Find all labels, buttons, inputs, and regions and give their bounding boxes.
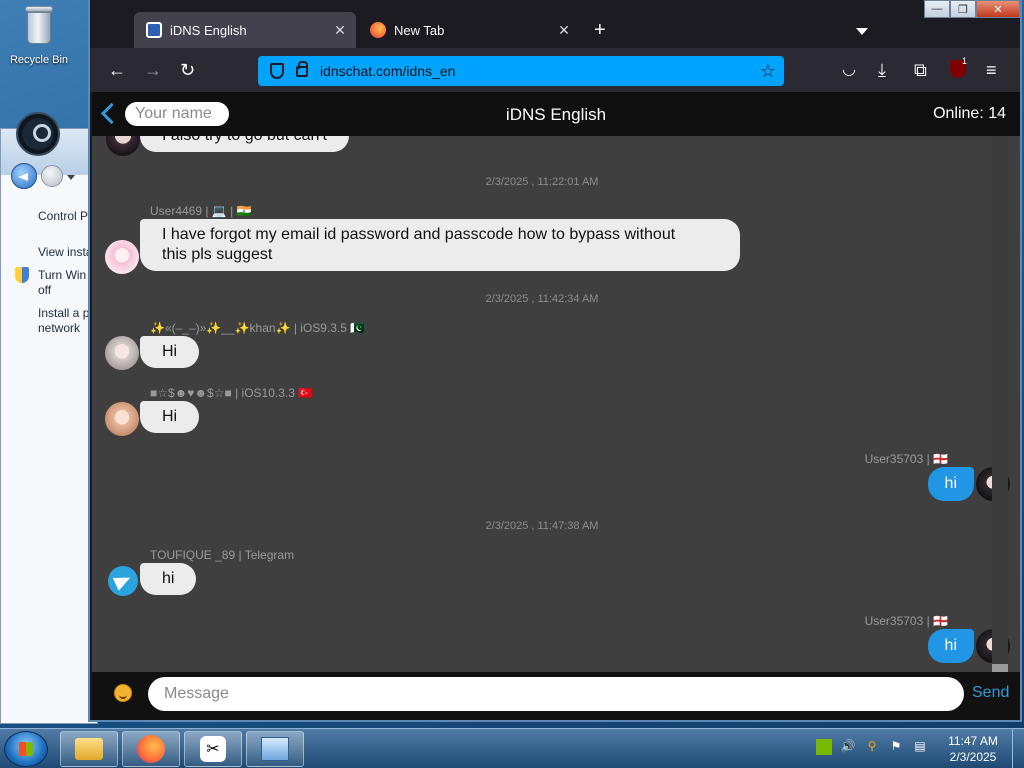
recycle-bin-label: Recycle Bin xyxy=(9,54,69,66)
message-sender: TOUFIQUE _89 | Telegram xyxy=(150,548,295,562)
message-bubble: Hi xyxy=(140,401,200,433)
message-timestamp: 2/3/2025 , 11:47:38 AM xyxy=(485,520,599,532)
back-arrow-icon[interactable] xyxy=(11,163,37,189)
bookmark-star-icon[interactable]: ☆ xyxy=(760,61,776,82)
back-arrow-icon[interactable]: ← xyxy=(108,60,126,80)
close-tab-icon[interactable]: ✕ xyxy=(330,22,350,39)
own-message-bubble: hi xyxy=(927,629,974,663)
recycle-bin-icon xyxy=(23,6,55,46)
steam-icon[interactable] xyxy=(16,112,60,156)
message-sender: User4469 | 💻 | 🇮🇳 xyxy=(150,204,252,218)
taskbar-control-panel[interactable] xyxy=(246,731,304,767)
search-icon[interactable]: ⚲ xyxy=(864,739,880,755)
turn-windows-features-link-cont[interactable]: off xyxy=(1,283,99,298)
new-tab-plus-icon[interactable]: + xyxy=(594,20,606,40)
control-panel-window[interactable]: Control P View insta Turn Win off Instal… xyxy=(0,128,99,724)
online-count: Online: 14 xyxy=(933,105,1006,122)
chevron-down-icon[interactable] xyxy=(67,175,75,180)
forward-arrow-icon[interactable] xyxy=(41,165,63,187)
chat-room-title: iDNS English xyxy=(505,105,607,124)
message-bubble: Hi xyxy=(140,336,200,368)
tab-idns-english[interactable]: iDNS English ✕ xyxy=(134,12,356,48)
send-button[interactable]: Send xyxy=(972,684,1009,702)
message-list[interactable]: I also try to go but can't 2/3/2025 , 11… xyxy=(92,136,1020,672)
control-panel-icon xyxy=(261,737,289,761)
control-panel-link[interactable]: Control P xyxy=(1,209,99,224)
taskbar: ✂ 🔊 ⚲ ⚑ ▤ 11:47 AM 2/3/2025 xyxy=(0,728,1024,768)
pocket-icon[interactable]: ◡ xyxy=(842,60,856,80)
tracking-protection-shield-icon[interactable] xyxy=(270,63,284,79)
user-avatar[interactable] xyxy=(106,136,140,156)
message-timestamp: 2/3/2025 , 11:42:34 AM xyxy=(485,293,599,305)
system-clock[interactable]: 11:47 AM 2/3/2025 xyxy=(940,733,1006,765)
message-scrollbar[interactable] xyxy=(992,136,1008,672)
install-program-link[interactable]: Install a p xyxy=(1,306,99,321)
tab-title: New Tab xyxy=(394,22,445,38)
close-tab-icon[interactable]: ✕ xyxy=(554,22,574,39)
emoji-picker-icon[interactable] xyxy=(114,684,132,702)
turn-windows-features-link[interactable]: Turn Win xyxy=(1,268,99,283)
url-text[interactable]: idnschat.com/idns_en xyxy=(320,63,760,79)
message-sender: ■☆$☻♥☻$☆■ | iOS10.3.3 🇹🇷 xyxy=(150,386,314,400)
nav-toolbar: ← → ↻ idnschat.com/idns_en ☆ ◡ ⤓ ⧉ ≡ xyxy=(90,48,1020,92)
flag-icon[interactable]: ⚑ xyxy=(888,739,904,755)
message-sender: User35703 | 🏴󠁧󠁢󠁥󠁮󠁧󠁿 xyxy=(864,452,948,466)
own-message-bubble: hi xyxy=(927,467,974,501)
browser-window: — ❐ ✕ iDNS English ✕ New Tab ✕ + ← → ↻ i… xyxy=(88,0,1022,722)
message-composer: Send xyxy=(92,672,1020,720)
user-avatar[interactable] xyxy=(105,402,139,436)
system-tray: 🔊 ⚲ ⚑ ▤ xyxy=(816,739,928,755)
idns-favicon-icon xyxy=(146,22,162,38)
chat-page: iDNS English Online: 14 I also try to go… xyxy=(92,92,1020,720)
message-timestamp: 2/3/2025 , 11:22:01 AM xyxy=(485,176,599,188)
message-line: this pls suggest xyxy=(162,246,273,263)
show-desktop-button[interactable] xyxy=(1012,729,1024,768)
message-bubble: I have forgot my email id password and p… xyxy=(140,219,740,271)
tab-new-tab[interactable]: New Tab ✕ xyxy=(358,12,580,48)
taskbar-explorer[interactable] xyxy=(60,731,118,767)
scrollbar-thumb[interactable] xyxy=(992,664,1008,672)
message-bubble: hi xyxy=(140,563,197,595)
clock-time: 11:47 AM xyxy=(948,734,998,748)
nvidia-icon[interactable] xyxy=(816,739,832,755)
taskbar-capcut[interactable]: ✂ xyxy=(184,731,242,767)
reload-icon[interactable]: ↻ xyxy=(180,60,195,80)
message-sender: User35703 | 🏴󠁧󠁢󠁥󠁮󠁧󠁿 xyxy=(864,614,948,628)
message-bubble: I also try to go but can't xyxy=(140,136,349,152)
recycle-bin-shortcut[interactable]: Recycle Bin xyxy=(6,6,72,66)
firefox-favicon-icon xyxy=(370,22,386,38)
firefox-icon xyxy=(137,735,165,763)
hamburger-menu-icon[interactable]: ≡ xyxy=(986,60,997,80)
message-input[interactable] xyxy=(148,677,964,711)
tab-strip: iDNS English ✕ New Tab ✕ + xyxy=(90,8,1020,48)
address-bar[interactable]: idnschat.com/idns_en ☆ xyxy=(258,56,784,86)
install-program-link-cont[interactable]: network xyxy=(1,321,99,336)
chat-header: iDNS English Online: 14 xyxy=(92,92,1020,136)
message-line: I have forgot my email id password and p… xyxy=(162,226,676,243)
extensions-icon[interactable]: ⧉ xyxy=(914,60,927,80)
tab-title: iDNS English xyxy=(170,22,247,38)
start-button[interactable] xyxy=(4,731,48,767)
network-icon[interactable]: ▤ xyxy=(912,739,928,755)
telegram-avatar-icon[interactable] xyxy=(108,566,138,596)
taskbar-firefox[interactable] xyxy=(122,731,180,767)
user-avatar[interactable] xyxy=(105,336,139,370)
forward-arrow-icon[interactable]: → xyxy=(144,60,162,80)
message-sender: ✨«(–_–)»✨__✨khan✨ | iOS9.3.5 🇵🇰 xyxy=(150,321,366,335)
control-panel-links: Control P View insta Turn Win off Instal… xyxy=(1,209,99,336)
lock-icon[interactable] xyxy=(296,60,308,77)
clock-date: 2/3/2025 xyxy=(949,750,997,764)
volume-icon[interactable]: 🔊 xyxy=(840,739,856,755)
view-installed-link[interactable]: View insta xyxy=(1,245,99,260)
downloads-icon[interactable]: ⤓ xyxy=(878,60,886,80)
folder-icon xyxy=(75,738,103,760)
list-all-tabs-chevron-icon[interactable] xyxy=(856,28,868,35)
capcut-icon: ✂ xyxy=(200,736,226,762)
ublock-badge: 1 xyxy=(962,56,968,66)
user-avatar[interactable] xyxy=(105,240,139,274)
